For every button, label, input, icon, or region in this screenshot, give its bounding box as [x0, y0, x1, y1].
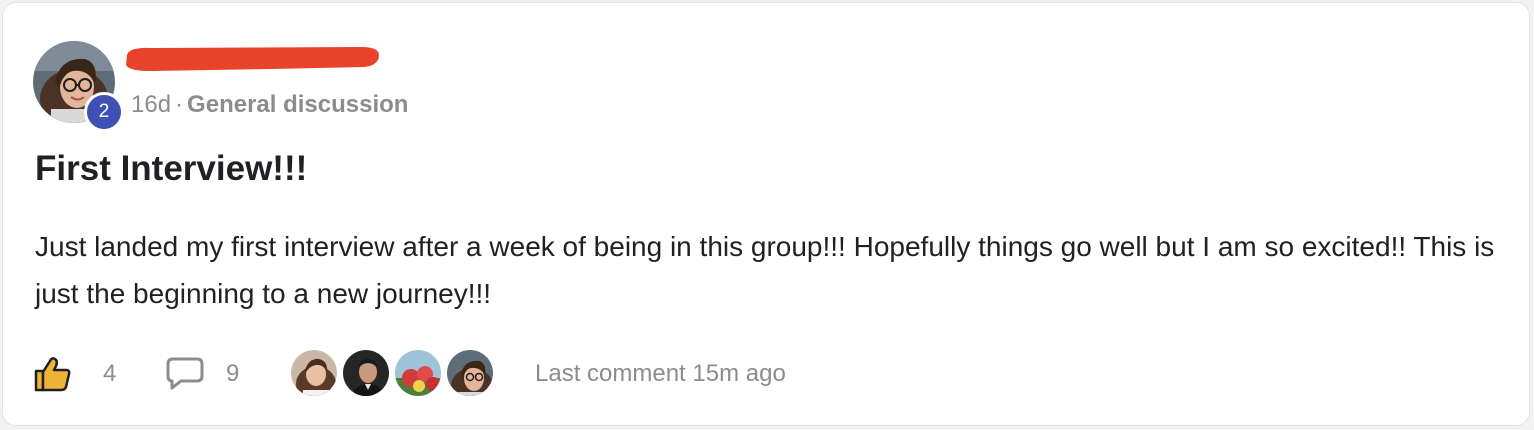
- comment-button[interactable]: [165, 356, 205, 392]
- post-card[interactable]: 2 16d · General discussion First Interview…: [2, 2, 1530, 426]
- speech-bubble-icon: [166, 357, 204, 390]
- commenter-avatar[interactable]: [393, 348, 443, 398]
- author-level-badge: 2: [84, 92, 124, 132]
- meta-separator: ·: [175, 91, 184, 118]
- post-title[interactable]: First Interview!!!: [35, 149, 307, 189]
- comment-count: 9: [226, 360, 240, 387]
- post-category-link[interactable]: General discussion: [187, 91, 408, 118]
- commenter-avatar[interactable]: [341, 348, 391, 398]
- last-comment-time: Last comment 15m ago: [535, 360, 786, 387]
- post-body: Just landed my first interview after a w…: [35, 231, 1495, 309]
- like-count: 4: [103, 360, 117, 387]
- commenter-avatar[interactable]: [445, 348, 495, 398]
- post-footer: 4 9 Last comment 15m ago: [33, 348, 933, 400]
- post-time: 16d: [131, 91, 172, 118]
- recent-commenters[interactable]: [289, 348, 509, 400]
- like-button[interactable]: [33, 355, 73, 393]
- post-meta: 16d · General discussion: [131, 91, 408, 119]
- thumbs-up-icon: [34, 357, 71, 392]
- redacted-author-name: [121, 41, 383, 79]
- commenter-avatar[interactable]: [289, 348, 339, 398]
